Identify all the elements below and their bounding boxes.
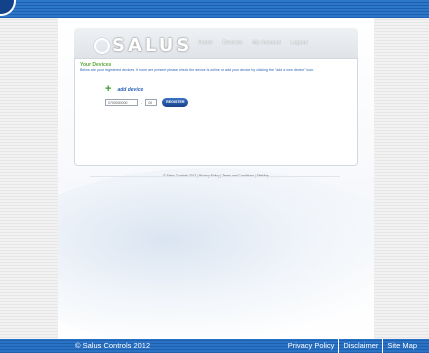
salus-logo[interactable]: SALUS [94, 35, 192, 56]
disclaimer-link[interactable]: Disclaimer [339, 339, 384, 353]
instructions-text: Below are your registered devices. If no… [80, 68, 315, 72]
main-page: SALUS Home Devices My Account Logout You… [58, 18, 374, 339]
copyright-text: © Salus Controls 2012 [75, 341, 151, 350]
register-form: - REGISTER [105, 98, 189, 107]
footer-links: Privacy Policy Disclaimer Site Map [284, 339, 421, 353]
background-swoosh [58, 168, 374, 339]
register-button[interactable]: REGISTER [162, 98, 189, 107]
add-icon[interactable]: + [105, 84, 111, 95]
main-nav: Home Devices My Account Logout [198, 40, 308, 46]
footer-divider [90, 176, 340, 177]
nav-home[interactable]: Home [198, 40, 213, 46]
devices-panel: Your Devices Below are your registered d… [74, 58, 358, 166]
add-device-link[interactable]: add device [117, 87, 143, 93]
input-separator: - [141, 100, 143, 105]
add-device-row[interactable]: + add device [105, 84, 143, 95]
logo-text: SALUS [112, 35, 193, 56]
nav-logout[interactable]: Logout [291, 40, 308, 46]
corner-logo-icon [0, 0, 16, 16]
nav-my-account[interactable]: My Account [252, 40, 280, 46]
bottom-footer: © Salus Controls 2012 Privacy Policy Dis… [0, 339, 429, 353]
nav-devices[interactable]: Devices [223, 40, 243, 46]
serial-number-input[interactable] [105, 99, 138, 106]
top-banner [0, 0, 429, 18]
privacy-policy-link[interactable]: Privacy Policy [284, 339, 340, 353]
code-input[interactable] [145, 99, 158, 106]
logo-swirl-icon [94, 38, 110, 54]
site-map-link[interactable]: Site Map [383, 339, 421, 353]
